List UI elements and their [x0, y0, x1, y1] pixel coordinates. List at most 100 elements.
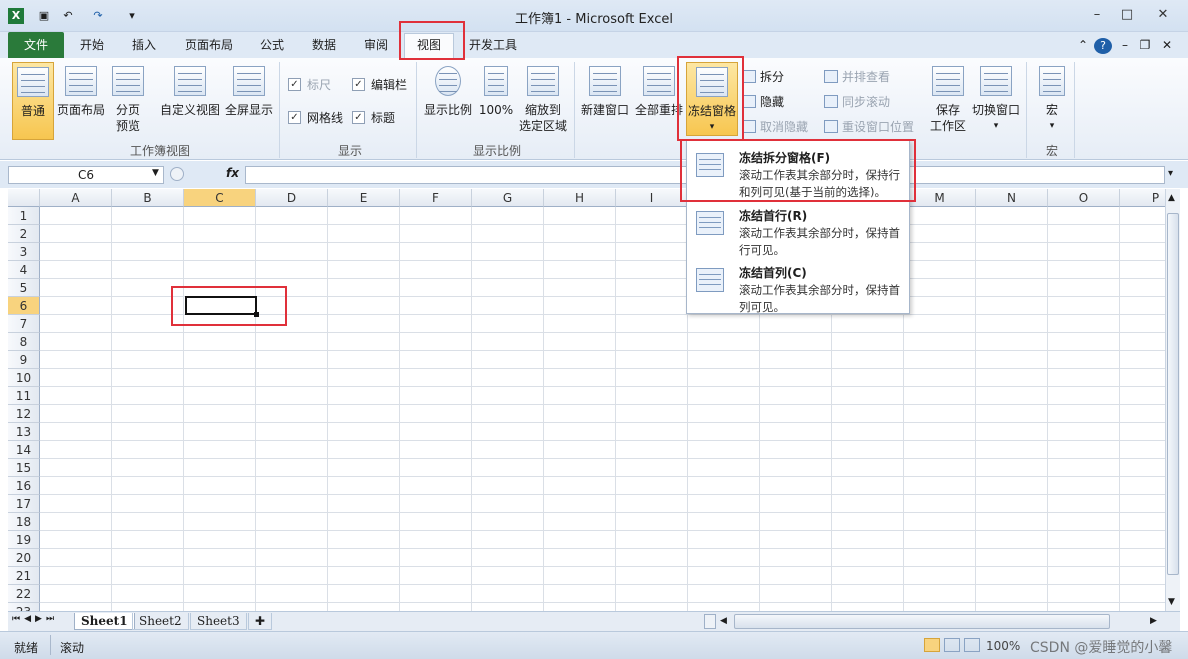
column-header[interactable]: O [1048, 189, 1120, 207]
sheet-tab-1[interactable]: Sheet1 [74, 613, 135, 630]
normal-view-status-icon[interactable] [924, 638, 940, 652]
column-header[interactable]: C [184, 189, 256, 207]
maximize-button[interactable]: □ [1114, 6, 1140, 24]
insert-sheet-icon[interactable]: ✚ [248, 613, 273, 630]
formula-bar-checkbox[interactable]: ✓ 编辑栏 [352, 76, 407, 93]
column-header[interactable]: N [976, 189, 1048, 207]
headings-checkbox[interactable]: ✓ 标题 [352, 109, 395, 126]
close-button[interactable]: ✕ [1150, 6, 1176, 24]
save-workspace-button[interactable]: 保存 工作区 [924, 62, 972, 134]
doc-restore-icon[interactable]: ❐ [1138, 34, 1152, 58]
minimize-button[interactable]: – [1084, 6, 1110, 24]
column-header[interactable]: A [40, 189, 112, 207]
row-header[interactable]: 18 [8, 513, 40, 531]
row-header[interactable]: 15 [8, 459, 40, 477]
row-header[interactable]: 20 [8, 549, 40, 567]
menu-item-freeze-first-column[interactable]: 冻结首列(C) 滚动工作表其余部分时，保持首列可见。 [687, 258, 909, 314]
sync-scroll-button[interactable]: 同步滚动 [824, 93, 890, 110]
column-header[interactable]: E [328, 189, 400, 207]
name-box-dropdown-icon[interactable]: ▼ [152, 168, 159, 178]
zoom-100-button[interactable]: 100% [478, 62, 514, 118]
row-header[interactable]: 17 [8, 495, 40, 513]
tab-page-layout[interactable]: 页面布局 [176, 34, 242, 58]
column-header[interactable]: B [112, 189, 184, 207]
column-header[interactable]: M [904, 189, 976, 207]
row-header[interactable]: 19 [8, 531, 40, 549]
sheet-tab-3[interactable]: Sheet3 [190, 613, 247, 630]
full-screen-button[interactable]: 全屏显示 [224, 62, 274, 118]
row-header[interactable]: 14 [8, 441, 40, 459]
zoom-button[interactable]: 显示比例 [422, 62, 474, 118]
hide-button[interactable]: 隐藏 [742, 93, 784, 110]
sheet-nav-icons[interactable]: ⏮◀▶⏭ [12, 614, 58, 624]
row-header[interactable]: 3 [8, 243, 40, 261]
page-layout-view-button[interactable]: 页面布局 [56, 62, 106, 118]
worksheet-grid[interactable]: ABCDEFGHIJKLMNOP 12345678910111213141516… [8, 189, 1165, 611]
split-button[interactable]: 拆分 [742, 68, 784, 85]
scroll-up-icon[interactable]: ▲ [1168, 193, 1175, 203]
row-header[interactable]: 10 [8, 369, 40, 387]
new-window-button[interactable]: 新建窗口 [578, 62, 632, 118]
freeze-panes-button[interactable]: 冻结窗格 ▾ [686, 62, 738, 136]
row-header[interactable]: 6 [8, 297, 40, 315]
zoom-level[interactable]: 100% [986, 639, 1020, 653]
fill-handle[interactable] [254, 312, 259, 317]
row-header[interactable]: 23 [8, 603, 40, 611]
tab-data[interactable]: 数据 [302, 34, 346, 58]
menu-item-freeze-panes[interactable]: 冻结拆分窗格(F) 滚动工作表其余部分时，保持行和列可见(基于当前的选择)。 [687, 143, 909, 199]
column-header[interactable]: P [1120, 189, 1165, 207]
name-box[interactable]: C6 [8, 166, 164, 184]
insert-function-icon[interactable]: fx [226, 166, 239, 180]
column-header[interactable]: G [472, 189, 544, 207]
view-side-by-side-button[interactable]: 并排查看 [824, 68, 890, 85]
tab-home[interactable]: 开始 [70, 34, 114, 58]
row-header[interactable]: 1 [8, 207, 40, 225]
scroll-down-icon[interactable]: ▼ [1168, 597, 1175, 607]
formula-cancel-icon[interactable] [170, 167, 184, 181]
row-header[interactable]: 4 [8, 261, 40, 279]
row-header[interactable]: 11 [8, 387, 40, 405]
scroll-left-icon[interactable]: ◀ [720, 616, 727, 626]
formula-expand-icon[interactable]: ▾ [1168, 168, 1173, 179]
page-layout-status-icon[interactable] [944, 638, 960, 652]
tab-review[interactable]: 审阅 [354, 34, 398, 58]
row-header[interactable]: 2 [8, 225, 40, 243]
vertical-scrollbar[interactable]: ▲ ▼ [1165, 189, 1180, 611]
tab-developer[interactable]: 开发工具 [462, 34, 524, 58]
switch-windows-button[interactable]: 切换窗口 ▾ [970, 62, 1022, 134]
menu-item-freeze-top-row[interactable]: 冻结首行(R) 滚动工作表其余部分时，保持首行可见。 [687, 201, 909, 257]
row-header[interactable]: 21 [8, 567, 40, 585]
horizontal-split-handle[interactable] [704, 614, 716, 629]
page-break-status-icon[interactable] [964, 638, 980, 652]
unhide-button[interactable]: 取消隐藏 [742, 118, 808, 135]
reset-window-position-button[interactable]: 重设窗口位置 [824, 118, 914, 135]
select-all-corner[interactable] [8, 189, 40, 207]
help-icon[interactable]: ? [1094, 38, 1112, 54]
doc-close-icon[interactable]: ✕ [1160, 34, 1174, 58]
row-header[interactable]: 8 [8, 333, 40, 351]
zoom-to-selection-button[interactable]: 缩放到 选定区域 [516, 62, 570, 134]
ribbon-collapse-icon[interactable]: ⌃ [1076, 34, 1090, 58]
row-header[interactable]: 12 [8, 405, 40, 423]
arrange-all-button[interactable]: 全部重排 [632, 62, 686, 118]
doc-minimize-icon[interactable]: – [1118, 34, 1132, 58]
column-header[interactable]: F [400, 189, 472, 207]
sheet-tab-2[interactable]: Sheet2 [132, 613, 189, 630]
ruler-checkbox[interactable]: ✓ 标尺 [288, 76, 331, 93]
column-header[interactable]: D [256, 189, 328, 207]
custom-views-button[interactable]: 自定义视图 [158, 62, 222, 118]
horizontal-scroll-thumb[interactable] [734, 614, 1110, 629]
tab-formulas[interactable]: 公式 [250, 34, 294, 58]
row-header[interactable]: 5 [8, 279, 40, 297]
tab-view[interactable]: 视图 [404, 33, 454, 59]
row-header[interactable]: 13 [8, 423, 40, 441]
gridlines-checkbox[interactable]: ✓ 网格线 [288, 109, 343, 126]
tab-file[interactable]: 文件 [8, 32, 64, 58]
row-header[interactable]: 16 [8, 477, 40, 495]
tab-insert[interactable]: 插入 [122, 34, 166, 58]
row-header[interactable]: 7 [8, 315, 40, 333]
column-header[interactable]: H [544, 189, 616, 207]
scroll-right-icon[interactable]: ▶ [1150, 616, 1157, 626]
row-header[interactable]: 22 [8, 585, 40, 603]
column-header[interactable]: I [616, 189, 688, 207]
